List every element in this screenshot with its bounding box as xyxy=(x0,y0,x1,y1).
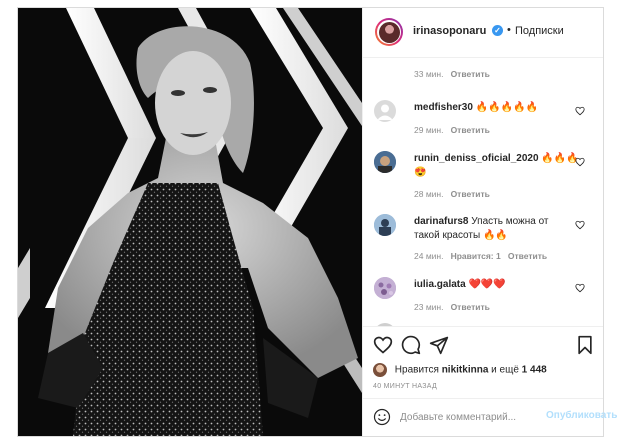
photo-artwork xyxy=(18,8,362,436)
comment-username[interactable]: medfisher30 xyxy=(414,102,473,113)
bookmark-icon[interactable] xyxy=(575,335,595,355)
paper-plane-icon[interactable] xyxy=(429,335,449,355)
avatar-photo xyxy=(374,277,396,299)
avatar-photo xyxy=(374,151,396,173)
comment-time[interactable]: 28 мин. xyxy=(414,189,443,199)
likes-middle: и ещё xyxy=(491,364,519,376)
comment-text: 🔥🔥🔥🔥🔥 xyxy=(475,102,538,113)
post-side-panel: irinasoponaru ✓ • Подписки 33 мин. Ответ… xyxy=(362,8,617,436)
comment-likes-count[interactable]: Нравится: 1 xyxy=(451,251,501,261)
comment-username[interactable]: iulia.galata xyxy=(414,279,466,290)
commenter-avatar[interactable] xyxy=(374,277,396,299)
post-time-ago[interactable]: 40 МИНУТ НАЗАД xyxy=(373,383,437,390)
comment-time[interactable]: 24 мин. xyxy=(414,251,443,261)
liker-avatar xyxy=(373,363,387,377)
liker-username[interactable]: nikitkinna xyxy=(442,365,489,376)
comment-meta: 29 мин. Ответить xyxy=(414,125,490,135)
comment-username[interactable]: darinafurs8 xyxy=(414,216,468,227)
comment-text: Упасть можна от xyxy=(471,216,549,227)
comment-body: iulia.galata ❤️❤️❤️ xyxy=(414,278,584,292)
post-actions: Нравится nikitkinna и ещё 1 448 40 МИНУТ… xyxy=(363,326,603,398)
commenter-avatar[interactable] xyxy=(374,214,396,236)
comment-icon[interactable] xyxy=(401,335,421,355)
commenter-avatar[interactable] xyxy=(374,151,396,173)
comment-text-line2: 😍 xyxy=(414,167,427,178)
likes-summary[interactable]: Нравится nikitkinna и ещё 1 448 xyxy=(373,363,547,377)
comment-like-icon[interactable] xyxy=(575,220,585,230)
post-photo[interactable] xyxy=(18,8,362,436)
header-separator: • xyxy=(507,24,511,36)
comment-meta: 33 мин. Ответить xyxy=(414,69,490,79)
comment-text: ❤️❤️❤️ xyxy=(468,279,506,290)
comment-username[interactable]: runin_deniss_oficial_2020 xyxy=(414,153,539,164)
avatar-photo xyxy=(374,214,396,236)
comment-time[interactable]: 29 мин. xyxy=(414,125,443,135)
reply-button[interactable]: Ответить xyxy=(451,125,490,135)
reply-button[interactable]: Ответить xyxy=(451,69,490,79)
comment-like-icon[interactable] xyxy=(575,106,585,116)
comment-body: runin_deniss_oficial_2020 🔥🔥🔥 😍 xyxy=(414,152,584,180)
comment-like-icon[interactable] xyxy=(575,157,585,167)
publish-button[interactable]: Опубликовать xyxy=(546,410,617,421)
author-username[interactable]: irinasoponaru xyxy=(413,25,486,37)
reply-button[interactable]: Ответить xyxy=(451,302,490,312)
comment-meta: 28 мин. Ответить xyxy=(414,189,490,199)
verified-icon: ✓ xyxy=(492,25,503,36)
comment-text: 🔥🔥🔥 xyxy=(541,153,579,164)
comment-meta: 24 мин. Нравится: 1 Ответить xyxy=(414,251,547,261)
comment-body: darinafurs8 Упасть можна от такой красот… xyxy=(414,215,584,243)
reply-button[interactable]: Ответить xyxy=(451,189,490,199)
emoji-smile-icon[interactable] xyxy=(373,408,391,426)
commenter-avatar[interactable] xyxy=(374,100,396,122)
comment-like-icon[interactable] xyxy=(575,283,585,293)
post-dialog: irinasoponaru ✓ • Подписки 33 мин. Ответ… xyxy=(17,7,617,437)
comment-time[interactable]: 23 мин. xyxy=(414,302,443,312)
add-comment-bar: Опубликовать xyxy=(363,398,617,436)
likes-prefix: Нравится xyxy=(394,364,439,376)
reply-button[interactable]: Ответить xyxy=(508,251,547,261)
comment-input[interactable] xyxy=(400,409,540,425)
author-avatar[interactable] xyxy=(375,18,403,46)
comment-text-line2: такой красоты 🔥🔥 xyxy=(414,230,508,241)
likes-count[interactable]: 1 448 xyxy=(522,365,547,376)
heart-outline-icon[interactable] xyxy=(373,335,393,355)
post-header: irinasoponaru ✓ • Подписки xyxy=(363,8,603,58)
comment-time[interactable]: 33 мин. xyxy=(414,69,443,79)
following-button[interactable]: Подписки xyxy=(515,25,564,37)
default-avatar-icon xyxy=(377,104,393,120)
comments-list[interactable]: 33 мин. Ответить medfisher30 🔥🔥🔥🔥🔥 29 ми… xyxy=(363,58,603,326)
comment-body: medfisher30 🔥🔥🔥🔥🔥 xyxy=(414,101,584,115)
comment-meta: 23 мин. Ответить xyxy=(414,302,490,312)
